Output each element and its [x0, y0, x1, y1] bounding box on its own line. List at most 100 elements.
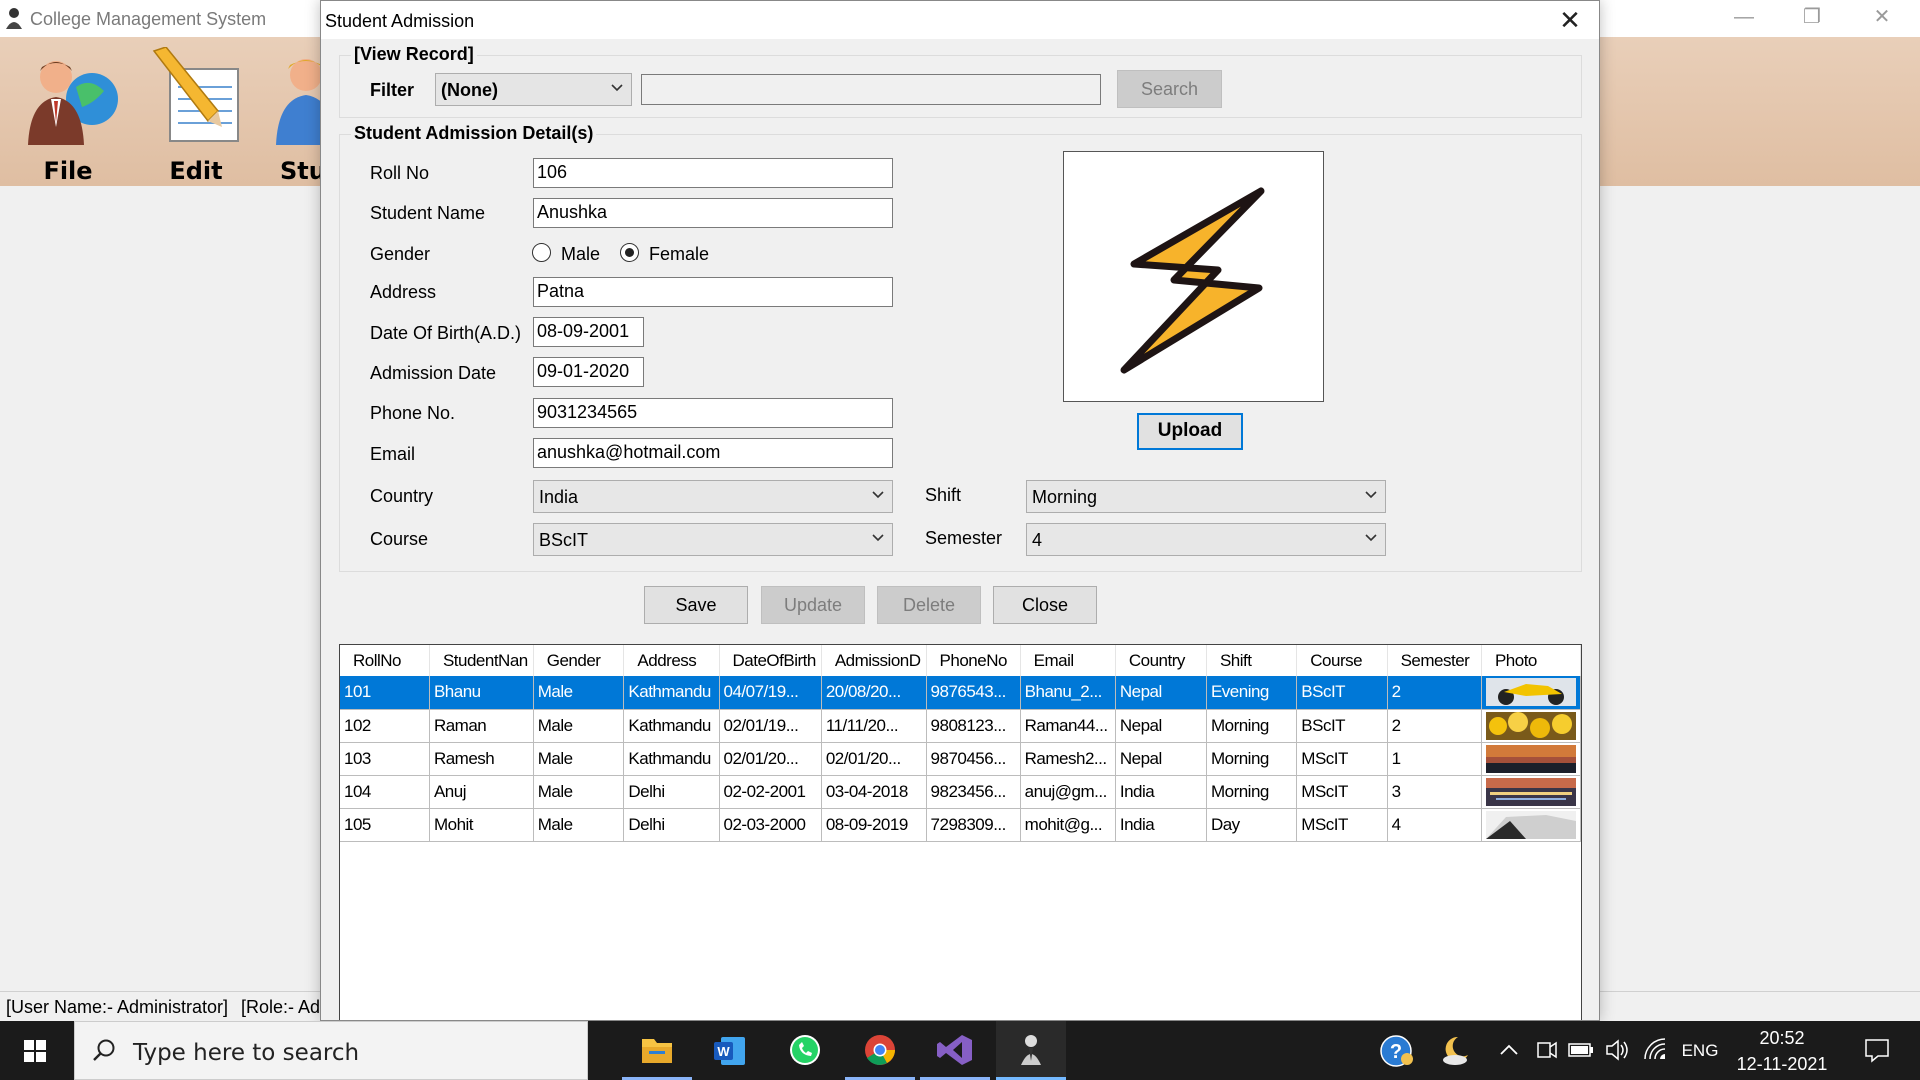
table-cell[interactable]: Kathmandu	[623, 709, 720, 743]
email-input[interactable]: anushka@hotmail.com	[533, 438, 893, 468]
semester-select[interactable]: 4	[1026, 523, 1386, 556]
table-cell[interactable]: 102	[340, 709, 430, 743]
students-grid[interactable]: RollNo StudentNan Gender Address DateOfB…	[339, 644, 1582, 1020]
update-button[interactable]: Update	[761, 586, 865, 624]
table-cell[interactable]: Raman44...	[1020, 709, 1116, 743]
table-cell[interactable]: mohit@g...	[1020, 808, 1116, 842]
taskbar-search-box[interactable]: Type here to search	[74, 1021, 588, 1080]
table-cell[interactable]: Bhanu	[429, 676, 534, 710]
table-cell[interactable]: 02/01/20...	[821, 742, 927, 776]
start-button[interactable]	[0, 1021, 72, 1080]
column-header[interactable]: RollNo	[340, 645, 430, 676]
table-cell[interactable]: 9876543...	[926, 676, 1021, 710]
filter-select[interactable]: (None)	[435, 73, 632, 106]
table-cell[interactable]: Morning	[1206, 775, 1298, 809]
table-cell[interactable]: Nepal	[1115, 709, 1207, 743]
table-cell[interactable]: Kathmandu	[623, 676, 720, 710]
table-cell[interactable]: 11/11/20...	[821, 709, 927, 743]
table-cell[interactable]: 2	[1387, 676, 1482, 710]
table-cell[interactable]: Mohit	[429, 808, 534, 842]
table-cell[interactable]: Anuj	[429, 775, 534, 809]
table-cell[interactable]: MScIT	[1296, 742, 1388, 776]
table-row[interactable]: 103 Ramesh Male Kathmandu 02/01/20... 02/01/2…	[340, 742, 1581, 776]
table-cell[interactable]: Nepal	[1115, 676, 1207, 710]
minimize-button[interactable]: —	[1712, 0, 1776, 37]
close-main-button[interactable]: ✕	[1850, 0, 1914, 37]
column-header[interactable]: Photo	[1481, 645, 1581, 676]
table-cell[interactable]: 9808123...	[926, 709, 1021, 743]
roll-no-input[interactable]: 106	[533, 158, 893, 188]
admission-date-input[interactable]: 09-01-2020	[533, 357, 644, 387]
table-cell[interactable]: 02-02-2001	[719, 775, 822, 809]
weather-tray-button[interactable]	[1434, 1021, 1478, 1080]
column-header[interactable]: DateOfBirth	[719, 645, 822, 676]
notifications-tray-button[interactable]	[1852, 1021, 1900, 1080]
table-cell[interactable]: 105	[340, 808, 430, 842]
table-cell[interactable]: Nepal	[1115, 742, 1207, 776]
table-cell[interactable]: 9870456...	[926, 742, 1021, 776]
dob-input[interactable]: 08-09-2001	[533, 317, 644, 347]
table-cell[interactable]: 02/01/20...	[719, 742, 822, 776]
wifi-tray-button[interactable]	[1640, 1021, 1670, 1080]
upload-button[interactable]: Upload	[1137, 413, 1243, 450]
column-header[interactable]: Email	[1020, 645, 1116, 676]
column-header[interactable]: Gender	[533, 645, 625, 676]
student-menu-button[interactable]: Stu	[262, 43, 320, 183]
word-taskbar-button[interactable]: W	[695, 1021, 765, 1080]
table-cell[interactable]: 20/08/20...	[821, 676, 927, 710]
address-input[interactable]: Patna	[533, 277, 893, 307]
table-cell[interactable]: 08-09-2019	[821, 808, 927, 842]
table-cell[interactable]: Ramesh	[429, 742, 534, 776]
column-header[interactable]: Semester	[1387, 645, 1482, 676]
table-cell[interactable]: Male	[533, 808, 625, 842]
table-cell[interactable]: Delhi	[623, 808, 720, 842]
table-cell[interactable]: 04/07/19...	[719, 676, 822, 710]
whatsapp-taskbar-button[interactable]	[770, 1021, 840, 1080]
table-cell[interactable]: 7298309...	[926, 808, 1021, 842]
table-cell[interactable]: 1	[1387, 742, 1482, 776]
delete-button[interactable]: Delete	[877, 586, 981, 624]
column-header[interactable]: Address	[623, 645, 720, 676]
gender-female-radio[interactable]	[620, 243, 639, 262]
table-cell[interactable]: Day	[1206, 808, 1298, 842]
table-cell[interactable]: BScIT	[1296, 676, 1388, 710]
table-row[interactable]: 101 Bhanu Male Kathmandu 04/07/19... 20/08/20…	[340, 676, 1581, 710]
table-cell[interactable]: 4	[1387, 808, 1482, 842]
save-button[interactable]: Save	[644, 586, 748, 624]
table-row[interactable]: 104 Anuj Male Delhi 02-02-2001 03-04-2018 9823…	[340, 775, 1581, 809]
table-cell[interactable]: anuj@gm...	[1020, 775, 1116, 809]
table-cell[interactable]: 104	[340, 775, 430, 809]
show-hidden-icons-button[interactable]	[1496, 1021, 1522, 1080]
table-cell[interactable]: BScIT	[1296, 709, 1388, 743]
search-input[interactable]	[641, 74, 1101, 105]
phone-input[interactable]: 9031234565	[533, 398, 893, 428]
table-cell[interactable]: MScIT	[1296, 775, 1388, 809]
table-cell[interactable]: Ramesh2...	[1020, 742, 1116, 776]
table-cell[interactable]: 03-04-2018	[821, 775, 927, 809]
photo-cell[interactable]	[1481, 775, 1581, 809]
table-cell[interactable]: Male	[533, 676, 625, 710]
restore-button[interactable]: ❐	[1780, 0, 1844, 37]
column-header[interactable]: Shift	[1206, 645, 1298, 676]
photo-cell[interactable]	[1481, 742, 1581, 776]
table-cell[interactable]: MScIT	[1296, 808, 1388, 842]
taskbar-clock[interactable]: 20:52 12-11-2021	[1722, 1025, 1842, 1077]
visual-studio-taskbar-button[interactable]	[920, 1021, 990, 1080]
student-name-input[interactable]: Anushka	[533, 198, 893, 228]
photo-cell[interactable]	[1481, 676, 1581, 710]
table-cell[interactable]: Delhi	[623, 775, 720, 809]
volume-tray-button[interactable]	[1602, 1021, 1632, 1080]
search-button[interactable]: Search	[1117, 70, 1222, 108]
column-header[interactable]: Country	[1115, 645, 1207, 676]
file-menu-button[interactable]: File	[8, 43, 128, 185]
course-select[interactable]: BScIT	[533, 523, 893, 556]
table-row[interactable]: 105 Mohit Male Delhi 02-03-2000 08-09-2019 729…	[340, 808, 1581, 842]
table-cell[interactable]: Raman	[429, 709, 534, 743]
column-header[interactable]: AdmissionD	[821, 645, 927, 676]
table-cell[interactable]: India	[1115, 775, 1207, 809]
table-cell[interactable]: 103	[340, 742, 430, 776]
table-cell[interactable]: Male	[533, 709, 625, 743]
column-header[interactable]: StudentNan	[429, 645, 534, 676]
table-cell[interactable]: 02/01/19...	[719, 709, 822, 743]
country-select[interactable]: India	[533, 480, 893, 513]
